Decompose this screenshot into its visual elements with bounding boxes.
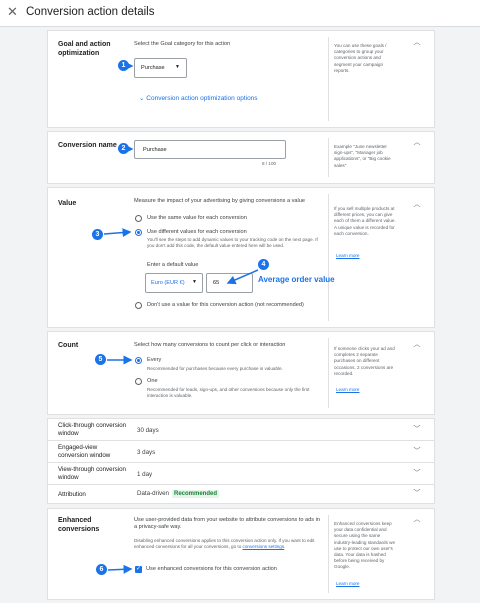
divider xyxy=(328,37,329,121)
enhanced-learn-more-link[interactable]: Learn more xyxy=(336,581,360,587)
collapse-icon[interactable]: ︿ xyxy=(412,138,422,148)
goal-category-value: Purchase xyxy=(141,65,165,71)
enhanced-note-text: Disabling enhanced conversions applies t… xyxy=(134,538,315,550)
goal-category-select[interactable]: Purchase ▼ xyxy=(134,58,187,78)
chevron-down-icon: ﹀ xyxy=(413,448,421,455)
callout-badge-5: 5 xyxy=(95,354,106,365)
value-help-text: If you sell multiple products at differe… xyxy=(334,206,396,236)
divider xyxy=(328,138,329,177)
goal-card: Goal and action optimization Select the … xyxy=(47,30,435,128)
count-every-description: Recommended for purchases because every … xyxy=(147,366,283,371)
default-value-amount: 65 xyxy=(213,280,220,286)
callout-badge-4: 4 xyxy=(258,259,269,270)
close-icon[interactable]: ✕ xyxy=(7,5,19,18)
count-one-radio[interactable] xyxy=(135,378,142,385)
count-intro: Select how many conversions to count per… xyxy=(134,342,286,348)
value-none-radio[interactable] xyxy=(135,302,142,309)
goal-instruction: Select the Goal category for this action xyxy=(134,41,231,47)
attribution-row[interactable]: Attribution Data-driven Recommended ﹀ xyxy=(48,485,434,504)
currency-value: Euro (EUR €) xyxy=(151,280,185,286)
value-card: Value Measure the impact of your adverti… xyxy=(47,187,435,328)
top-bar: ✕ Conversion action details xyxy=(0,0,480,27)
click-through-row[interactable]: Click-through conversion window 30 days … xyxy=(48,419,434,440)
conversion-name-card: Conversion name Purchase 8 / 100 Example… xyxy=(47,131,435,184)
count-one-label: One xyxy=(147,378,158,384)
count-learn-more-link[interactable]: Learn more xyxy=(336,387,360,393)
enhanced-checkbox-label: Use enhanced conversions for this conver… xyxy=(146,566,277,572)
engaged-view-label: Engaged-view conversion window xyxy=(58,444,111,460)
count-section-title: Count xyxy=(58,342,79,349)
value-different-radio[interactable] xyxy=(135,229,142,236)
divider xyxy=(328,515,329,593)
conversion-name-title: Conversion name xyxy=(58,142,117,149)
collapse-icon[interactable]: ︿ xyxy=(412,38,422,48)
click-through-label: Click-through conversion window xyxy=(58,422,127,438)
conversion-name-counter: 8 / 100 xyxy=(262,161,277,166)
value-intro: Measure the impact of your advertising b… xyxy=(134,198,306,204)
value-none-label: Don't use a value for this conversion ac… xyxy=(147,302,304,308)
default-value-input[interactable]: 65 xyxy=(206,273,253,293)
chevron-down-icon: ﹀ xyxy=(413,426,421,433)
chevron-down-icon: ⌄ xyxy=(139,95,145,102)
callout-badge-1: 1 xyxy=(118,60,129,71)
optimization-options-toggle[interactable]: ⌄ Conversion action optimization options xyxy=(139,94,258,102)
enhanced-section-title: Enhanced conversions xyxy=(58,517,100,533)
value-same-radio[interactable] xyxy=(135,215,142,222)
optimization-options-label: Conversion action optimization options xyxy=(146,95,258,102)
count-one-description: Recommended for leads, sign-ups, and oth… xyxy=(147,387,310,399)
collapse-icon[interactable]: ︿ xyxy=(412,515,422,525)
count-every-label: Every xyxy=(147,357,162,363)
goal-section-title: Goal and action optimization xyxy=(58,41,111,57)
collapse-icon[interactable]: ︿ xyxy=(412,200,422,210)
default-value-label: Enter a default value xyxy=(147,262,199,268)
attribution-label: Attribution xyxy=(58,491,86,498)
click-through-value: 30 days xyxy=(137,427,159,434)
count-card: Count Select how many conversions to cou… xyxy=(47,331,435,415)
dropdown-arrow-icon: ▼ xyxy=(192,279,197,285)
recommended-badge: Recommended xyxy=(171,490,219,498)
dropdown-arrow-icon: ▼ xyxy=(175,64,180,70)
value-same-label: Use the same value for each conversion xyxy=(147,215,247,221)
conversion-name-value: Purchase xyxy=(143,147,167,153)
view-through-row[interactable]: View-through conversion window 1 day ﹀ xyxy=(48,463,434,484)
average-order-value-annotation: Average order value xyxy=(258,275,335,284)
windows-card: Click-through conversion window 30 days … xyxy=(47,418,435,504)
enhanced-conversions-checkbox[interactable]: ✓ xyxy=(135,566,142,573)
value-section-title: Value xyxy=(58,200,77,207)
enhanced-note: Disabling enhanced conversions applies t… xyxy=(134,538,320,550)
page-title: Conversion action details xyxy=(26,6,155,18)
engaged-view-row[interactable]: Engaged-view conversion window 3 days ﹀ xyxy=(48,441,434,462)
goal-help-text: You can use these goals / categories to … xyxy=(334,43,387,73)
enhanced-help-text: Enhanced conversions keep your data conf… xyxy=(334,521,396,570)
engaged-view-value: 3 days xyxy=(137,449,156,456)
conversions-settings-link[interactable]: conversions settings xyxy=(243,544,285,549)
callout-badge-2: 2 xyxy=(118,143,129,154)
enhanced-note-suffix: . xyxy=(284,544,286,550)
divider xyxy=(328,338,329,408)
count-every-radio[interactable] xyxy=(135,357,142,364)
currency-select[interactable]: Euro (EUR €) ▼ xyxy=(145,273,203,293)
callout-badge-3: 3 xyxy=(92,229,103,240)
view-through-value: 1 day xyxy=(137,471,153,478)
collapse-icon[interactable]: ︿ xyxy=(412,340,422,350)
view-through-label: View-through conversion window xyxy=(58,466,126,482)
attribution-model: Data-driven xyxy=(137,490,169,497)
attribution-value: Data-driven Recommended xyxy=(137,490,219,498)
enhanced-card: Enhanced conversions Use user-provided d… xyxy=(47,508,435,600)
divider xyxy=(328,194,329,321)
conversion-name-help-text: Example "June newsletter sign-ups", "Man… xyxy=(334,144,391,168)
count-help-text: If someone clicks your ad and completes … xyxy=(334,346,395,376)
chevron-down-icon: ﹀ xyxy=(413,470,421,477)
chevron-down-icon: ﹀ xyxy=(413,490,421,497)
enhanced-intro: Use user-provided data from your website… xyxy=(134,517,320,531)
callout-badge-6: 6 xyxy=(96,564,107,575)
value-different-description: You'll see the steps to add dynamic valu… xyxy=(147,237,318,249)
value-different-label: Use different values for each conversion xyxy=(147,229,247,235)
conversion-name-input[interactable]: Purchase xyxy=(134,140,286,159)
value-learn-more-link[interactable]: Learn more xyxy=(336,253,360,259)
